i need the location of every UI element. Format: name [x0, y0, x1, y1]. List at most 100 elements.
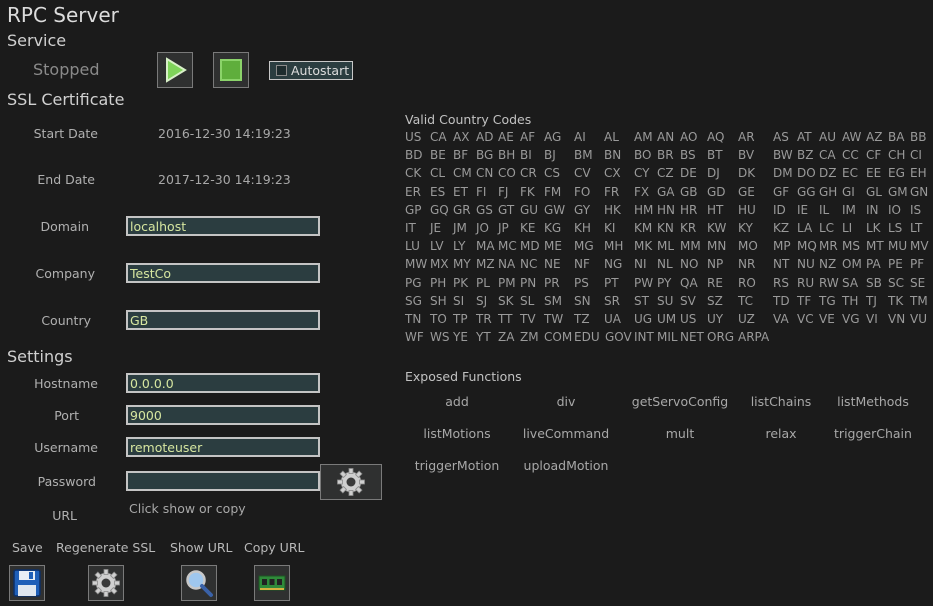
country-code: KR: [680, 221, 697, 235]
copy-url-button[interactable]: [254, 565, 290, 601]
country-code: SV: [680, 293, 696, 308]
checkbox-box[interactable]: [276, 65, 287, 76]
country-code: TG: [819, 293, 836, 308]
country-code: SH: [430, 293, 447, 308]
country-code: TD: [773, 293, 790, 308]
country-code: MM: [680, 239, 701, 254]
country-code: HT: [707, 202, 724, 217]
country-code: BF: [453, 148, 469, 163]
country-code: IN: [866, 202, 879, 217]
country-code: CY: [634, 166, 650, 181]
country-code: MK: [634, 239, 653, 254]
country-code: SM: [544, 293, 562, 308]
country-code: PE: [888, 257, 903, 272]
country-code: AO: [680, 130, 698, 144]
country-code: DJ: [707, 166, 720, 181]
port-field[interactable]: [126, 405, 320, 425]
country-code: AF: [520, 130, 536, 144]
page-title: RPC Server: [7, 3, 119, 27]
end-date-value: 2017-12-30 14:19:23: [158, 172, 291, 187]
country-code: GA: [657, 184, 675, 199]
country-code: NO: [680, 257, 699, 272]
country-code: CA: [819, 148, 836, 163]
country-code: LT: [910, 221, 923, 235]
country-code: PY: [657, 275, 672, 290]
ssl-heading: SSL Certificate: [7, 90, 125, 109]
country-code: PF: [910, 257, 925, 272]
password-field[interactable]: [126, 471, 320, 491]
gear-icon: [92, 569, 120, 597]
country-code: GR: [453, 202, 471, 217]
company-field[interactable]: [126, 263, 320, 283]
country-code: AL: [604, 130, 619, 144]
country-code: GY: [574, 202, 591, 217]
username-field[interactable]: [126, 437, 320, 457]
country-code: SN: [574, 293, 591, 308]
function-item: listMethods: [837, 394, 909, 409]
country-code: AZ: [866, 130, 883, 144]
country-code: CM: [453, 166, 472, 181]
hostname-label: Hostname: [34, 376, 98, 391]
country-field[interactable]: [126, 310, 320, 330]
country-code: HM: [634, 202, 654, 217]
country-code: TZ: [574, 312, 590, 326]
country-code: SA: [842, 275, 859, 290]
hostname-field[interactable]: [126, 373, 320, 393]
country-code: DK: [738, 166, 756, 181]
country-code: AW: [842, 130, 862, 144]
country-code: TC: [738, 293, 754, 308]
country-code: RO: [738, 275, 756, 290]
url-label: URL: [52, 508, 77, 523]
floppy-disk-icon: [13, 569, 41, 597]
country-code: EC: [842, 166, 858, 181]
country-code: AT: [797, 130, 812, 144]
regenerate-label: Regenerate SSL: [56, 540, 156, 555]
country-code: PM: [498, 275, 516, 290]
country-code: MIL: [657, 330, 678, 345]
country-code: MU: [888, 239, 908, 254]
country-code: YT: [476, 330, 491, 345]
autostart-checkbox[interactable]: Autostart: [269, 61, 353, 80]
save-button[interactable]: [9, 565, 45, 601]
functions-heading: Exposed Functions: [405, 369, 522, 384]
country-code: GU: [520, 202, 539, 217]
country-code: TR: [476, 312, 492, 326]
country-code: PH: [430, 275, 447, 290]
country-code: TK: [888, 293, 904, 308]
country-code: GW: [544, 202, 566, 217]
stop-icon: [220, 59, 242, 81]
country-code: NT: [773, 257, 790, 272]
function-item: liveCommand: [522, 426, 610, 441]
country-code: LA: [797, 221, 813, 235]
domain-field[interactable]: [126, 216, 320, 236]
stop-service-button[interactable]: [213, 52, 249, 88]
country-code: VN: [888, 312, 906, 326]
country-code: NR: [738, 257, 756, 272]
start-service-button[interactable]: [157, 52, 193, 88]
country-code: AM: [634, 130, 653, 144]
country-code: MG: [574, 239, 594, 254]
country-code: GOV: [605, 330, 632, 345]
country-code: VG: [842, 312, 860, 326]
gear-icon: [337, 468, 365, 496]
function-item: listMotions: [423, 426, 491, 441]
country-code: NC: [520, 257, 538, 272]
country-code: BW: [773, 148, 793, 163]
country-code: SE: [910, 275, 926, 290]
regenerate-ssl-button[interactable]: [88, 565, 124, 601]
copy-url-label: Copy URL: [244, 540, 305, 555]
show-url-button[interactable]: [181, 565, 217, 601]
country-code: GQ: [430, 202, 449, 217]
settings-heading: Settings: [7, 347, 73, 366]
country-code: VE: [819, 312, 835, 326]
country-code: GF: [773, 184, 790, 199]
country-code: FO: [574, 184, 591, 199]
country-code: EG: [888, 166, 905, 181]
country-code: GE: [738, 184, 755, 199]
show-password-button[interactable]: [320, 464, 382, 500]
country-code: UA: [604, 312, 621, 326]
country-code: GD: [707, 184, 726, 199]
country-code: FM: [544, 184, 562, 199]
country-code: RU: [797, 275, 815, 290]
country-code: MV: [910, 239, 929, 254]
